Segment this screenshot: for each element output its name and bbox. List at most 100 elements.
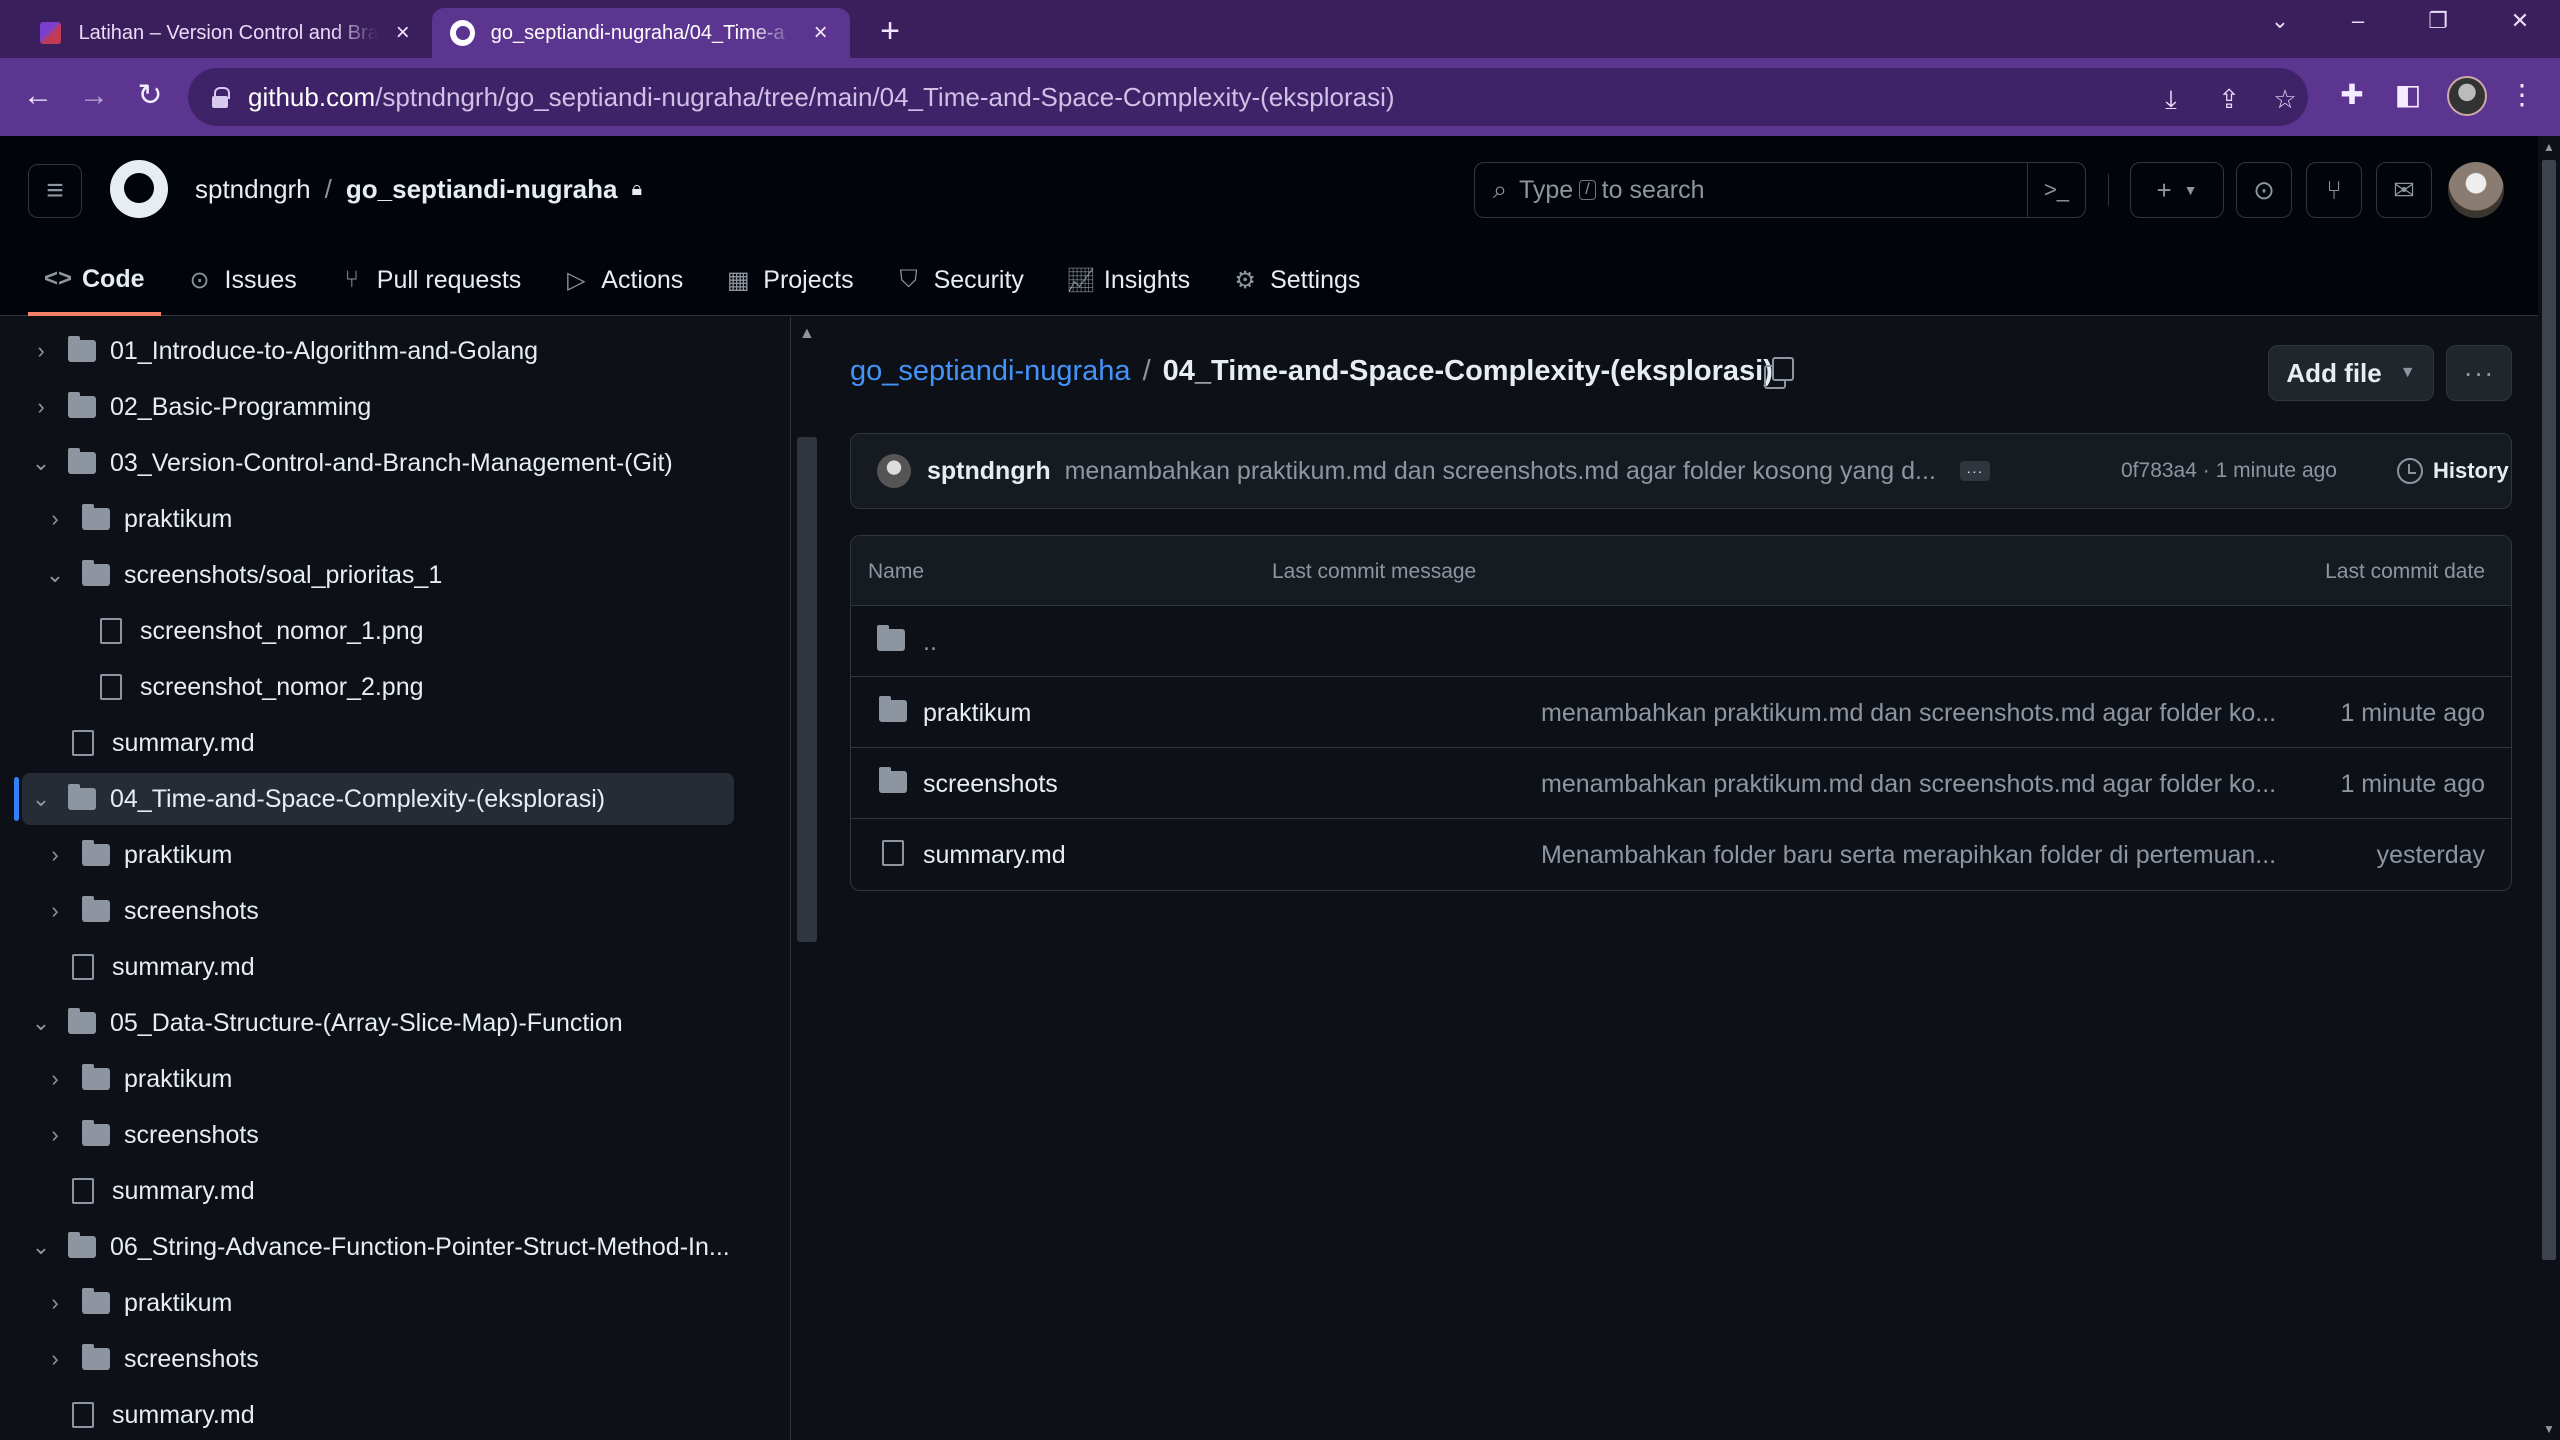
tree-folder-item[interactable]: ⌄ screenshots/soal_prioritas_1 <box>0 549 760 601</box>
tree-file-item[interactable]: screenshot_nomor_1.png <box>0 605 760 657</box>
tab-insights[interactable]: 📈︎ Insights <box>1050 252 1206 308</box>
tab-pull-requests[interactable]: ⑂ Pull requests <box>323 252 538 308</box>
chevron-down-icon[interactable]: ⌄ <box>28 1234 54 1260</box>
chevron-right-icon[interactable]: › <box>42 506 68 532</box>
close-icon[interactable]: × <box>809 19 832 47</box>
scroll-up-icon[interactable]: ▲ <box>799 325 815 343</box>
chevron-down-icon[interactable]: ⌄ <box>42 562 68 588</box>
scroll-down-icon[interactable]: ▼ <box>2543 1422 2555 1436</box>
expand-commit-message-button[interactable]: ··· <box>1959 461 1990 481</box>
copy-path-icon[interactable] <box>1764 357 1794 389</box>
browser-tab[interactable]: Latihan – Version Control and Bra × <box>22 8 432 58</box>
bookmark-star-icon[interactable]: ☆ <box>2268 84 2302 115</box>
forward-arrow-icon[interactable]: → <box>74 78 114 114</box>
tree-folder-item[interactable]: › praktikum <box>0 493 760 545</box>
file-table-row[interactable]: praktikum menambahkan praktikum.md dan sc… <box>851 677 2511 748</box>
parent-directory-link[interactable]: .. <box>923 628 937 657</box>
scrollbar-thumb[interactable] <box>797 437 817 942</box>
sidebar-scrollbar[interactable]: ▲ <box>790 317 822 1440</box>
chevron-right-icon[interactable]: › <box>28 394 54 420</box>
create-new-button[interactable]: + ▼ <box>2130 162 2224 218</box>
tree-folder-item[interactable]: › 02_Basic-Programming <box>0 381 760 433</box>
tree-file-item[interactable]: summary.md <box>0 717 760 769</box>
tab-projects[interactable]: ▦ Projects <box>709 252 869 308</box>
tree-folder-item[interactable]: › screenshots <box>0 885 760 937</box>
browser-tab-active[interactable]: go_septiandi-nugraha/04_Time-a × <box>432 8 850 58</box>
tree-file-item[interactable]: summary.md <box>0 1389 760 1440</box>
side-panel-icon[interactable]: ◧ <box>2390 78 2426 111</box>
menu-hamburger-icon[interactable]: ≡ <box>28 164 82 218</box>
scroll-up-icon[interactable]: ▲ <box>2543 140 2555 154</box>
tree-file-item[interactable]: summary.md <box>0 941 760 993</box>
file-name-link[interactable]: screenshots <box>923 770 1058 799</box>
file-name-link[interactable]: summary.md <box>923 841 1066 870</box>
file-table-row[interactable]: screenshots menambahkan praktikum.md dan … <box>851 748 2511 819</box>
last-commit-message-link[interactable]: menambahkan praktikum.md dan screenshots… <box>1541 770 2301 799</box>
command-palette-icon[interactable]: >_ <box>2027 163 2085 217</box>
page-scrollbar-thumb[interactable] <box>2542 160 2556 1260</box>
chevron-down-icon[interactable]: ⌄ <box>28 786 54 812</box>
tree-folder-item[interactable]: › 01_Introduce-to-Algorithm-and-Golang <box>0 325 760 377</box>
tab-actions[interactable]: ▷ Actions <box>547 252 699 308</box>
tab-security[interactable]: ⛉ Security <box>880 252 1040 308</box>
tab-code[interactable]: <> Code <box>28 252 161 316</box>
owner-link[interactable]: sptndngrh <box>195 174 311 205</box>
tree-file-item[interactable]: summary.md <box>0 1165 760 1217</box>
github-logo-icon[interactable] <box>110 160 168 218</box>
close-window-icon[interactable]: ✕ <box>2500 8 2540 34</box>
extensions-puzzle-icon[interactable]: ✚ <box>2334 78 2370 111</box>
user-avatar[interactable] <box>2448 162 2504 218</box>
tree-folder-item[interactable]: ⌄ 05_Data-Structure-(Array-Slice-Map)-Fun… <box>0 997 760 1049</box>
new-tab-button[interactable]: + <box>872 12 908 51</box>
restore-icon[interactable]: ❐ <box>2418 8 2458 34</box>
chevron-right-icon[interactable]: › <box>42 1290 68 1316</box>
chevron-right-icon[interactable]: › <box>42 842 68 868</box>
chevron-right-icon[interactable]: › <box>42 1066 68 1092</box>
commit-author[interactable]: sptndngrh <box>927 457 1051 486</box>
repo-link[interactable]: go_septiandi-nugraha <box>346 174 618 205</box>
pull-requests-icon[interactable]: ⑂ <box>2306 162 2362 218</box>
page-scrollbar[interactable]: ▲ ▼ <box>2538 136 2560 1440</box>
address-bar[interactable]: github.com/sptndngrh/go_septiandi-nugrah… <box>188 68 2308 126</box>
back-arrow-icon[interactable]: ← <box>18 78 58 114</box>
tree-folder-item[interactable]: › praktikum <box>0 829 760 881</box>
history-link[interactable]: History <box>2397 458 2509 484</box>
browser-menu-icon[interactable]: ⋮ <box>2504 78 2540 111</box>
tab-issues[interactable]: ⊙ Issues <box>171 252 313 308</box>
chevron-right-icon[interactable]: › <box>28 338 54 364</box>
browser-profile-avatar[interactable] <box>2447 76 2487 116</box>
tree-file-item[interactable]: screenshot_nomor_2.png <box>0 661 760 713</box>
install-app-icon[interactable]: ⤓ <box>2154 84 2188 116</box>
share-icon[interactable]: ⇪ <box>2212 84 2246 115</box>
chevron-down-icon[interactable]: ⌄ <box>28 450 54 476</box>
add-file-button[interactable]: Add file ▼ <box>2268 345 2434 401</box>
issues-icon[interactable]: ⊙ <box>2236 162 2292 218</box>
minimize-icon[interactable]: – <box>2338 8 2378 34</box>
parent-directory-row[interactable]: .. <box>851 606 2511 677</box>
tree-folder-item[interactable]: ⌄ 06_String-Advance-Function-Pointer-Stru… <box>0 1221 760 1273</box>
last-commit-message-link[interactable]: Menambahkan folder baru serta merapihkan… <box>1541 841 2301 870</box>
tree-folder-item[interactable]: › praktikum <box>0 1277 760 1329</box>
commit-author-avatar[interactable] <box>877 454 911 488</box>
chevron-down-icon[interactable]: ⌄ <box>28 1010 54 1036</box>
tab-search-icon[interactable]: ⌄ <box>2260 8 2300 34</box>
tree-folder-item[interactable]: › praktikum <box>0 1053 760 1105</box>
close-icon[interactable]: × <box>392 19 414 47</box>
breadcrumb-repo-link[interactable]: go_septiandi-nugraha <box>850 355 1131 388</box>
reload-icon[interactable]: ↻ <box>130 78 170 114</box>
tree-folder-item[interactable]: › screenshots <box>0 1333 760 1385</box>
inbox-icon[interactable]: ✉ <box>2376 162 2432 218</box>
commit-message[interactable]: menambahkan praktikum.md dan screenshots… <box>1065 457 1936 486</box>
tree-folder-item[interactable]: › screenshots <box>0 1109 760 1161</box>
commit-sha-and-time[interactable]: 0f783a4 · 1 minute ago <box>2121 459 2337 483</box>
chevron-right-icon[interactable]: › <box>42 1346 68 1372</box>
tree-folder-item[interactable]: ⌄ 03_Version-Control-and-Branch-Managemen… <box>0 437 760 489</box>
more-options-button[interactable]: ··· <box>2446 345 2512 401</box>
file-table-row[interactable]: summary.md Menambahkan folder baru serta … <box>851 819 2511 890</box>
tree-folder-item[interactable]: ⌄ 04_Time-and-Space-Complexity-(eksploras… <box>22 773 734 825</box>
last-commit-message-link[interactable]: menambahkan praktikum.md dan screenshots… <box>1541 699 2301 728</box>
tab-settings[interactable]: ⚙ Settings <box>1216 252 1376 308</box>
chevron-right-icon[interactable]: › <box>42 1122 68 1148</box>
search-input[interactable]: ⌕ Type / to search >_ <box>1474 162 2086 218</box>
file-name-link[interactable]: praktikum <box>923 699 1031 728</box>
